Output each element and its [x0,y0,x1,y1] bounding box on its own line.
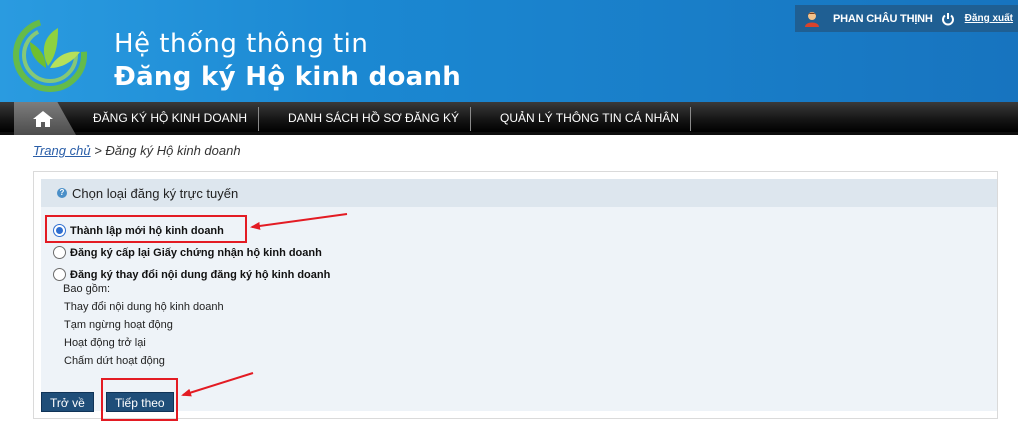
includes-label: Bao gồm: [63,283,111,295]
back-button[interactable]: Trở về [41,392,94,412]
panel-title: Chọn loại đăng ký trực tuyến [72,185,239,201]
breadcrumb-current: Đăng ký Hộ kinh doanh [105,143,241,158]
nav-item-quan-ly[interactable]: QUẢN LÝ THÔNG TIN CÁ NHÂN [500,102,679,135]
user-icon [805,11,819,27]
breadcrumb-separator: > [94,143,102,158]
question-icon: ? [57,188,67,198]
sub-item-list: Thay đổi nội dung hộ kinh doanh Tạm ngừn… [64,298,224,370]
option-label: Đăng ký thay đổi nội dung đăng ký hộ kin… [70,268,331,281]
list-item: Thay đổi nội dung hộ kinh doanh [64,301,224,313]
user-name: PHAN CHÂU THỊNH [833,12,933,25]
option-cap-lai[interactable]: Đăng ký cấp lại Giấy chứng nhận hộ kinh … [53,246,322,259]
site-subtitle: Đăng ký Hộ kinh doanh [114,62,462,92]
panel-body: ? Chọn loại đăng ký trực tuyến Thành lập… [41,179,997,411]
nav-item-dang-ky[interactable]: ĐĂNG KÝ HỘ KINH DOANH [93,102,247,135]
breadcrumb: Trang chủ > Đăng ký Hộ kinh doanh [33,143,241,158]
list-item: Hoạt động trở lại [64,337,146,349]
main-nav: ĐĂNG KÝ HỘ KINH DOANH DANH SÁCH HỒ SƠ ĐĂ… [0,102,1018,135]
site-title: Hệ thống thông tin [114,29,369,59]
home-icon [33,110,53,127]
site-header: Hệ thống thông tin Đăng ký Hộ kinh doanh… [0,0,1018,102]
leaf-swirl-logo [13,18,87,92]
nav-item-danh-sach[interactable]: DANH SÁCH HỒ SƠ ĐĂNG KÝ [288,102,459,135]
nav-separator [258,107,259,131]
logout-link[interactable]: Đăng xuất [965,13,1013,24]
option-thay-doi[interactable]: Đăng ký thay đổi nội dung đăng ký hộ kin… [53,268,330,281]
power-icon[interactable] [941,12,955,26]
nav-separator [470,107,471,131]
highlight-box-option [45,215,247,243]
radio-thay-doi[interactable] [53,268,66,281]
nav-separator [690,107,691,131]
list-item: Chấm dứt hoạt động [64,355,165,367]
list-item: Tạm ngừng hoạt động [64,319,173,331]
page: Hệ thống thông tin Đăng ký Hộ kinh doanh… [0,0,1018,434]
user-bar: PHAN CHÂU THỊNH Đăng xuất [795,5,1018,32]
option-label: Đăng ký cấp lại Giấy chứng nhận hộ kinh … [70,246,322,259]
highlight-box-next [101,378,178,421]
panel-header: ? Chọn loại đăng ký trực tuyến [41,179,997,207]
radio-cap-lai[interactable] [53,246,66,259]
nav-home-button[interactable] [14,102,76,135]
breadcrumb-home-link[interactable]: Trang chủ [33,143,91,158]
